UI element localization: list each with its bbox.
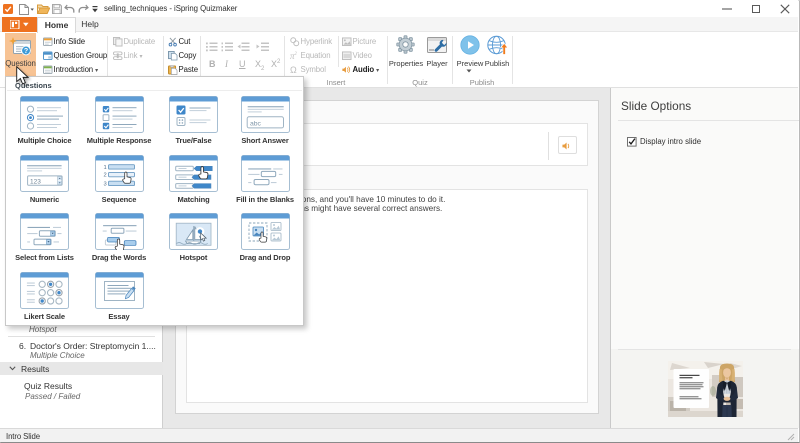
svg-text:abc: abc [250,120,262,127]
svg-text:3: 3 [103,181,106,187]
svg-text:123: 123 [30,178,41,185]
svg-text:?: ? [24,48,28,55]
svg-text:2: 2 [103,172,106,178]
svg-text:1: 1 [103,164,106,170]
